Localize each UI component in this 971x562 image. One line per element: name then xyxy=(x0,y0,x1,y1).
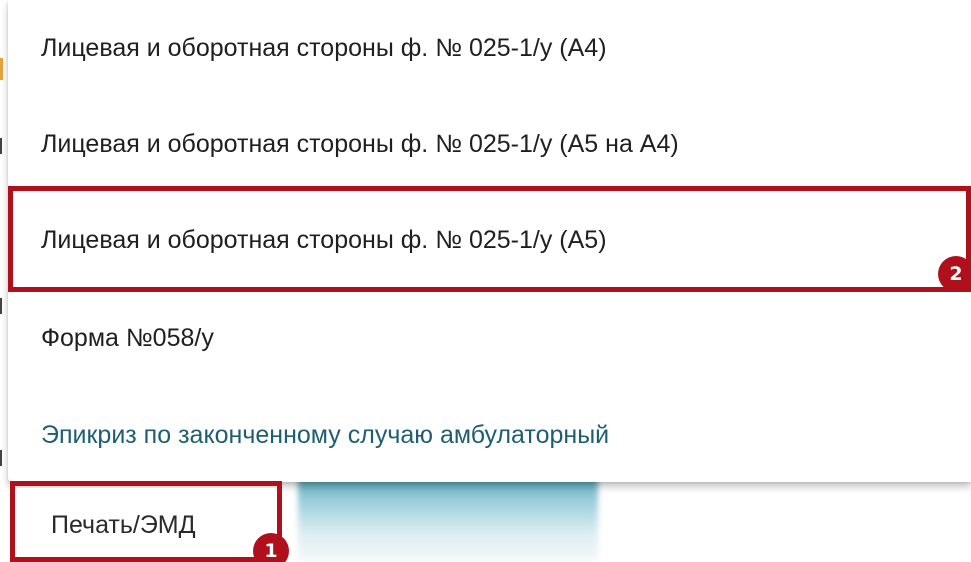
background-edge-fragment xyxy=(0,138,2,154)
menu-item-epicrisis[interactable]: Эпикриз по законченному случаю амбулатор… xyxy=(8,387,971,483)
print-emd-button[interactable]: Печать/ЭМД xyxy=(17,488,275,562)
step-badge-1: 1 xyxy=(253,533,289,562)
screenshot-stage: Лицевая и оборотная стороны ф. № 025-1/у… xyxy=(0,0,971,562)
menu-item-form-058[interactable]: Форма №058/у xyxy=(8,290,971,386)
menu-item-025-a4[interactable]: Лицевая и оборотная стороны ф. № 025-1/у… xyxy=(8,0,971,96)
print-dropdown-menu: Лицевая и оборотная стороны ф. № 025-1/у… xyxy=(8,0,971,482)
background-edge-fragment xyxy=(0,450,2,466)
background-toolbar-blur xyxy=(298,470,598,562)
menu-item-025-a5-on-a4[interactable]: Лицевая и оборотная стороны ф. № 025-1/у… xyxy=(8,96,971,192)
background-edge-fragment xyxy=(0,298,2,314)
background-edge-fragment xyxy=(0,58,3,80)
menu-item-025-a5[interactable]: Лицевая и оборотная стороны ф. № 025-1/у… xyxy=(8,192,971,288)
step-badge-2: 2 xyxy=(938,256,971,292)
